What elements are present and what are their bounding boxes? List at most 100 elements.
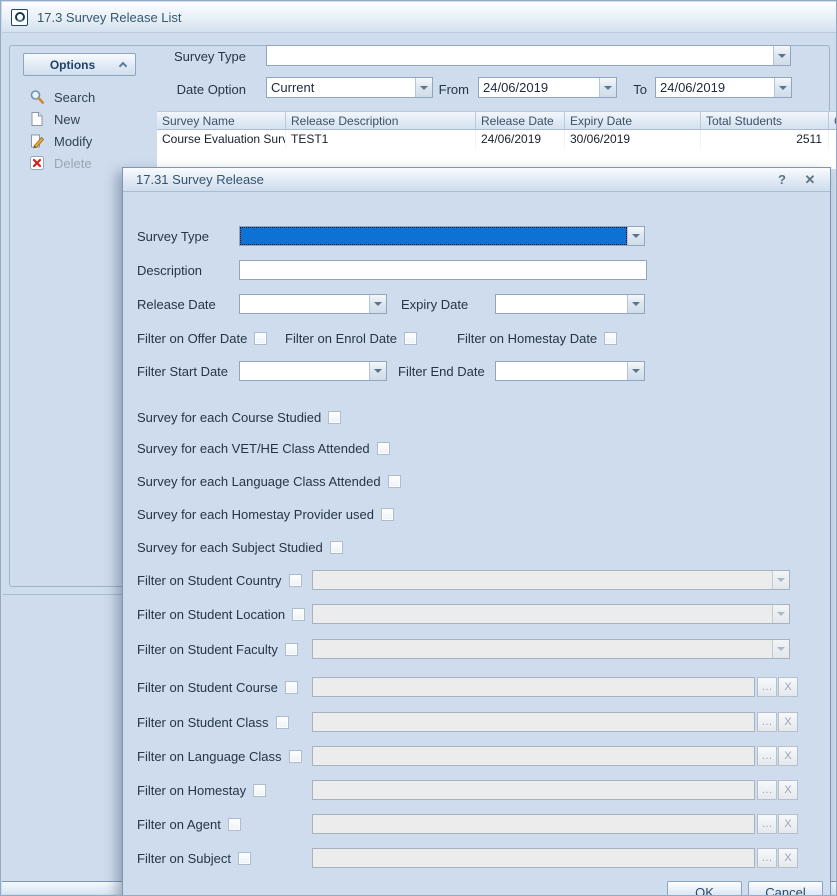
row-filter-homestay: Filter on Homestay … X [123, 780, 830, 800]
student-course-browse-button[interactable]: … [757, 677, 777, 697]
filter-label: Filter on Student Course [137, 680, 278, 695]
student-faculty-combo [312, 639, 790, 659]
cell-expiry-date: 30/06/2019 [565, 130, 701, 148]
dropdown-arrow-icon[interactable] [627, 362, 644, 380]
row-description: Description [123, 260, 830, 280]
expiry-date-combo[interactable] [495, 294, 645, 314]
survey-each-homestay-checkbox[interactable] [381, 508, 394, 521]
enrol-date-label: Filter on Enrol Date [285, 331, 397, 346]
to-date-combo[interactable]: 24/06/2019 [655, 77, 792, 98]
student-course-field [312, 677, 755, 697]
filter-label: Filter on Subject [137, 851, 231, 866]
language-class-browse-button[interactable]: … [757, 746, 777, 766]
student-class-clear-button[interactable]: X [778, 712, 798, 732]
agent-browse-button[interactable]: … [757, 814, 777, 834]
column-header-total-students[interactable]: Total Students [701, 111, 829, 130]
cancel-button[interactable]: Cancel [748, 881, 823, 896]
dropdown-arrow-icon[interactable] [773, 46, 790, 65]
subject-clear-button[interactable]: X [778, 848, 798, 868]
filter-label: Filter on Student Country [137, 573, 282, 588]
description-input[interactable] [239, 260, 647, 280]
dropdown-arrow-icon[interactable] [369, 295, 386, 313]
column-header-expiry-date[interactable]: Expiry Date [565, 111, 701, 130]
dropdown-arrow-icon[interactable] [627, 227, 644, 245]
window-titlebar: 17.3 Survey Release List [2, 2, 836, 33]
survey-each-vethe-checkbox[interactable] [377, 442, 390, 455]
dropdown-arrow-icon[interactable] [369, 362, 386, 380]
row-filter-agent: Filter on Agent … X [123, 814, 830, 834]
column-header-release-date[interactable]: Release Date [476, 111, 565, 130]
row-filter-student-class: Filter on Student Class … X [123, 712, 830, 732]
sidebar-item-new[interactable]: New [29, 109, 80, 129]
release-date-combo[interactable] [239, 294, 387, 314]
language-class-checkbox[interactable] [289, 750, 302, 763]
dropdown-arrow-icon[interactable] [627, 295, 644, 313]
student-class-checkbox[interactable] [276, 716, 289, 729]
from-date-combo[interactable]: 24/06/2019 [478, 77, 617, 98]
survey-each-label: Survey for each Language Class Attended [137, 474, 381, 489]
student-faculty-checkbox[interactable] [285, 643, 298, 656]
sidebar-item-label: Modify [54, 134, 92, 149]
student-country-checkbox[interactable] [289, 574, 302, 587]
row-filter-student-location: Filter on Student Location [123, 604, 830, 624]
release-date-label: Release Date [137, 297, 216, 312]
sidebar-item-delete[interactable]: Delete [29, 153, 92, 173]
filter-end-combo[interactable] [495, 361, 645, 381]
homestay-date-checkbox[interactable] [604, 332, 617, 345]
survey-release-table: Survey Name Release Description Release … [157, 111, 837, 169]
subject-field [312, 848, 755, 868]
agent-clear-button[interactable]: X [778, 814, 798, 834]
dropdown-arrow-icon[interactable] [415, 78, 432, 97]
sidebar-item-modify[interactable]: Modify [29, 131, 92, 151]
row-survey-each-course: Survey for each Course Studied [123, 408, 830, 428]
column-header-survey-name[interactable]: Survey Name [157, 111, 286, 130]
dialog-survey-type-combo[interactable] [239, 226, 645, 246]
filter-label: Filter on Homestay [137, 783, 246, 798]
column-header-clipped[interactable]: C [829, 111, 837, 130]
student-course-checkbox[interactable] [285, 681, 298, 694]
homestay-browse-button[interactable]: … [757, 780, 777, 800]
filter-end-value [496, 362, 627, 380]
subject-checkbox[interactable] [238, 852, 251, 865]
subject-browse-button[interactable]: … [757, 848, 777, 868]
row-survey-type: Survey Type [123, 226, 830, 246]
sidebar-item-label: Search [54, 90, 95, 105]
offer-date-checkbox[interactable] [254, 332, 267, 345]
close-icon[interactable]: ✕ [800, 170, 820, 189]
date-option-combo[interactable]: Current [266, 77, 433, 98]
filter-start-combo[interactable] [239, 361, 387, 381]
help-icon[interactable]: ? [772, 170, 792, 189]
homestay-clear-button[interactable]: X [778, 780, 798, 800]
survey-each-label: Survey for each Homestay Provider used [137, 507, 374, 522]
to-label: To [627, 82, 647, 97]
student-location-checkbox[interactable] [292, 608, 305, 621]
homestay-checkbox[interactable] [253, 784, 266, 797]
dropdown-arrow-icon[interactable] [774, 78, 791, 97]
column-header-release-description[interactable]: Release Description [286, 111, 476, 130]
survey-type-combo[interactable] [266, 45, 791, 66]
sidebar-item-search[interactable]: Search [29, 87, 95, 107]
dropdown-arrow-icon[interactable] [599, 78, 616, 97]
agent-checkbox[interactable] [228, 818, 241, 831]
modify-pencil-icon [29, 133, 45, 149]
filter-homestay-date-group: Filter on Homestay Date [457, 331, 617, 346]
table-row[interactable]: Course Evaluation Survey TEST1 24/06/201… [157, 130, 837, 148]
student-course-clear-button[interactable]: X [778, 677, 798, 697]
from-date-value: 24/06/2019 [479, 78, 599, 97]
cell-release-date: 24/06/2019 [476, 130, 565, 148]
survey-each-language-checkbox[interactable] [388, 475, 401, 488]
options-header-label: Options [50, 58, 95, 72]
row-filter-language-class: Filter on Language Class … X [123, 746, 830, 766]
survey-each-course-checkbox[interactable] [328, 411, 341, 424]
enrol-date-checkbox[interactable] [404, 332, 417, 345]
options-panel-header[interactable]: Options [23, 53, 136, 76]
row-filter-student-course: Filter on Student Course … X [123, 677, 830, 697]
language-class-clear-button[interactable]: X [778, 746, 798, 766]
offer-date-label: Filter on Offer Date [137, 331, 247, 346]
ok-button[interactable]: OK [667, 881, 742, 896]
window-title: 17.3 Survey Release List [37, 10, 182, 25]
filter-start-value [240, 362, 369, 380]
survey-each-subject-checkbox[interactable] [330, 541, 343, 554]
student-class-browse-button[interactable]: … [757, 712, 777, 732]
row-filter-start-end: Filter Start Date Filter End Date [123, 361, 830, 381]
